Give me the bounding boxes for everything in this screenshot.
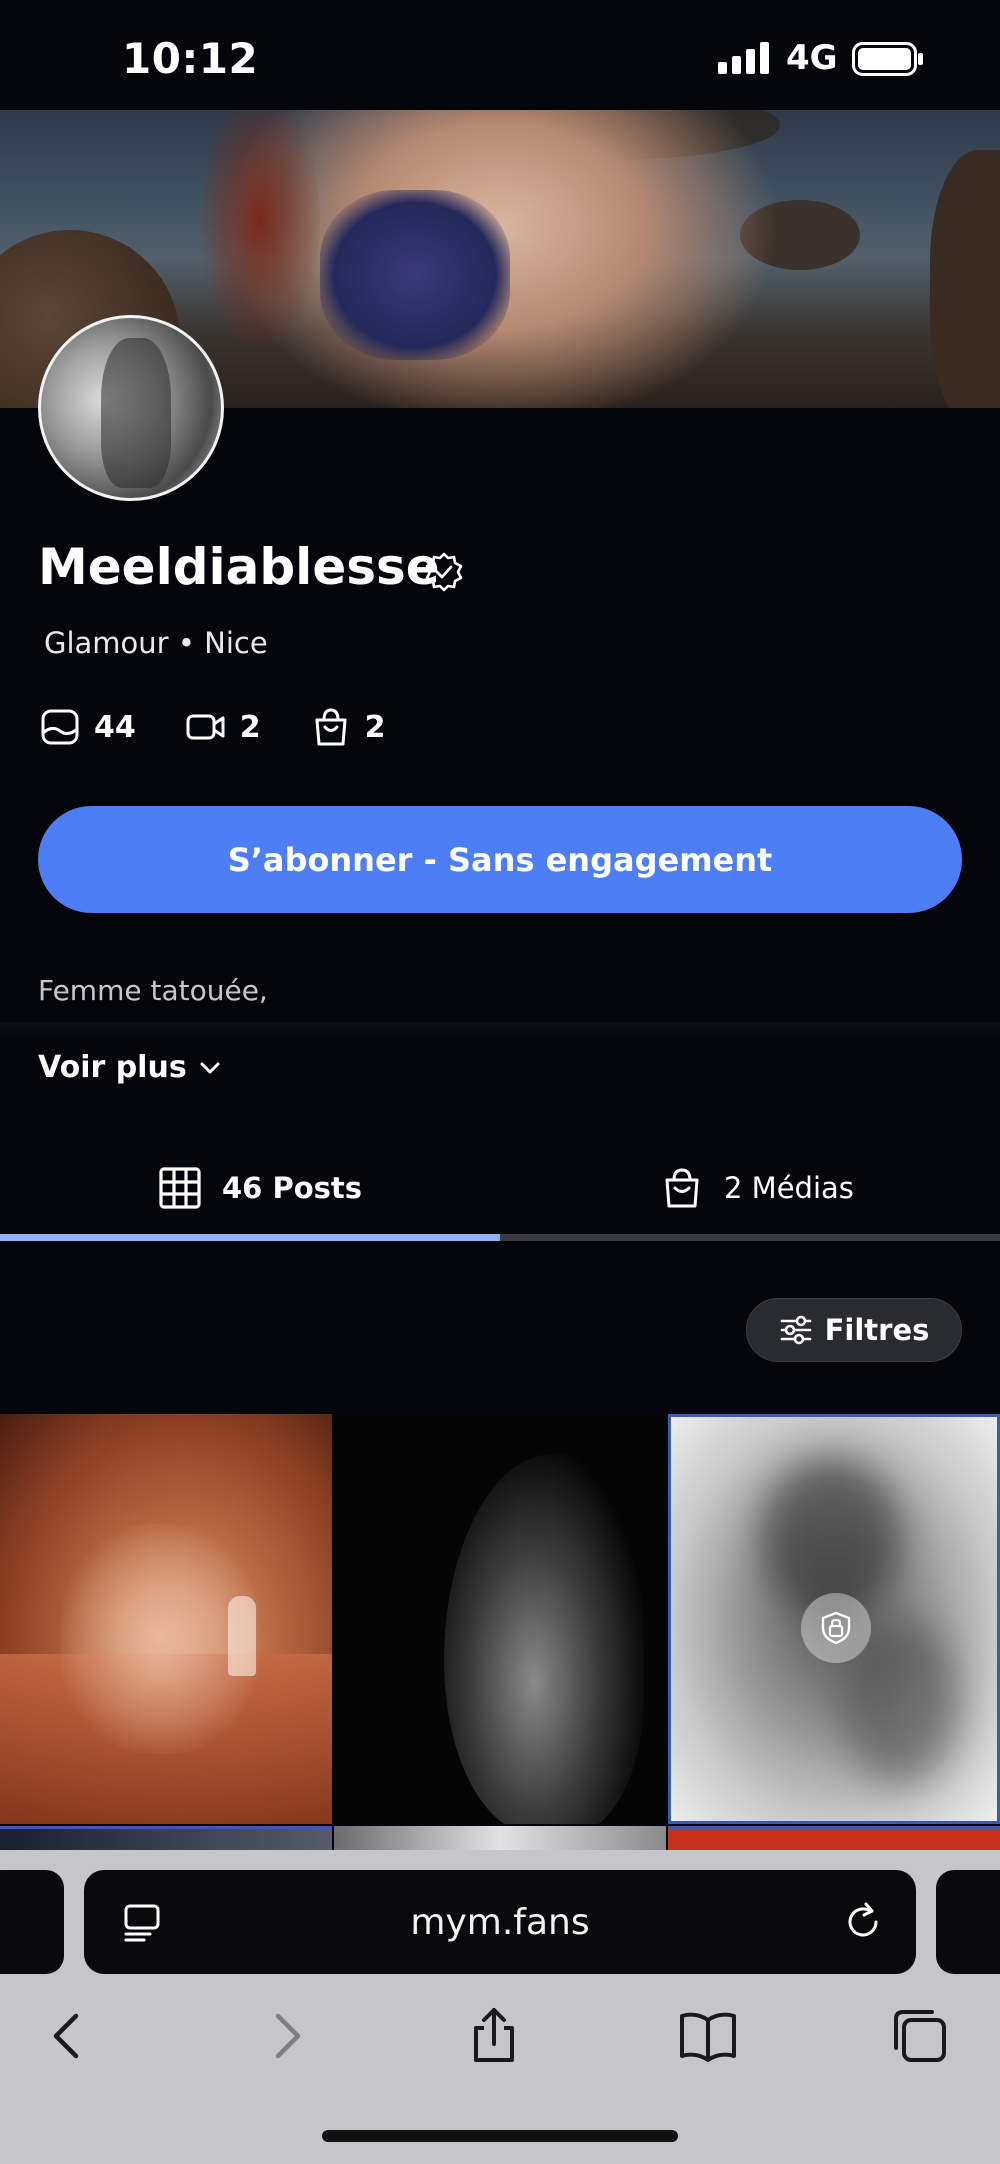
stat-videos: 2	[186, 707, 261, 747]
tabs-icon[interactable]	[890, 2006, 950, 2066]
subscribe-button[interactable]: S’abonner - Sans engagement	[38, 806, 962, 913]
profile-subtitle: Glamour • Nice	[44, 626, 268, 660]
stat-videos-count: 2	[239, 709, 261, 745]
post-thumbnail[interactable]	[334, 1414, 666, 1824]
content-tabs: 46 Posts 2 Médias	[0, 1140, 1000, 1240]
next-tab-preview[interactable]	[936, 1870, 1000, 1974]
post-thumbnail-locked[interactable]	[668, 1414, 1000, 1824]
stat-products: 2	[311, 707, 386, 747]
home-indicator	[322, 2130, 678, 2142]
reload-icon[interactable]	[842, 1900, 886, 1944]
video-icon	[186, 714, 225, 740]
tab-active-indicator	[0, 1234, 500, 1241]
stat-photos: 44	[40, 707, 136, 747]
see-more-label: Voir plus	[38, 1050, 187, 1085]
avatar[interactable]	[38, 315, 224, 501]
profile-stats: 44 2 2	[40, 704, 436, 750]
stat-products-count: 2	[364, 709, 386, 745]
posts-grid	[0, 1414, 1000, 1834]
profile-bio: Femme tatouée,	[38, 974, 268, 1007]
battery-icon	[852, 42, 923, 76]
profile-name: Meeldiablesse	[38, 538, 440, 596]
filters-button[interactable]: Filtres	[746, 1298, 962, 1362]
sliders-icon	[780, 1315, 811, 1345]
tab-medias[interactable]: 2 Médias	[660, 1140, 854, 1236]
address-bar[interactable]: mym.fans	[84, 1870, 916, 1974]
tab-posts[interactable]: 46 Posts	[158, 1140, 362, 1236]
bag-icon	[315, 708, 347, 746]
network-type: 4G	[786, 38, 838, 78]
tab-posts-label: 46 Posts	[222, 1171, 363, 1205]
url-text: mym.fans	[410, 1901, 590, 1943]
bookmarks-icon[interactable]	[678, 2006, 738, 2066]
browser-toolbar	[0, 1976, 1000, 2164]
previous-tab-preview[interactable]	[0, 1870, 64, 1974]
filters-label: Filtres	[824, 1313, 930, 1347]
lock-icon	[801, 1593, 871, 1663]
bag-icon	[665, 1168, 699, 1208]
post-thumbnail[interactable]	[0, 1826, 332, 1850]
see-more-button[interactable]: Voir plus	[38, 1050, 223, 1085]
status-time: 10:12	[122, 34, 259, 83]
post-thumbnail[interactable]	[334, 1826, 666, 1850]
page-menu-icon[interactable]	[120, 1900, 164, 1944]
post-thumbnail[interactable]	[0, 1414, 332, 1824]
chevron-down-icon	[200, 1062, 220, 1073]
tab-medias-label: 2 Médias	[724, 1171, 854, 1205]
back-icon[interactable]	[38, 2006, 98, 2066]
stat-photos-count: 44	[94, 709, 136, 745]
photo-icon	[41, 709, 79, 745]
signal-icon	[718, 42, 769, 74]
share-icon[interactable]	[464, 2006, 524, 2066]
status-bar: 10:12 4G	[0, 0, 1000, 110]
forward-icon[interactable]	[256, 2006, 316, 2066]
verified-badge-icon	[425, 552, 463, 592]
grid-icon	[159, 1167, 201, 1209]
post-thumbnail[interactable]	[668, 1826, 1000, 1850]
